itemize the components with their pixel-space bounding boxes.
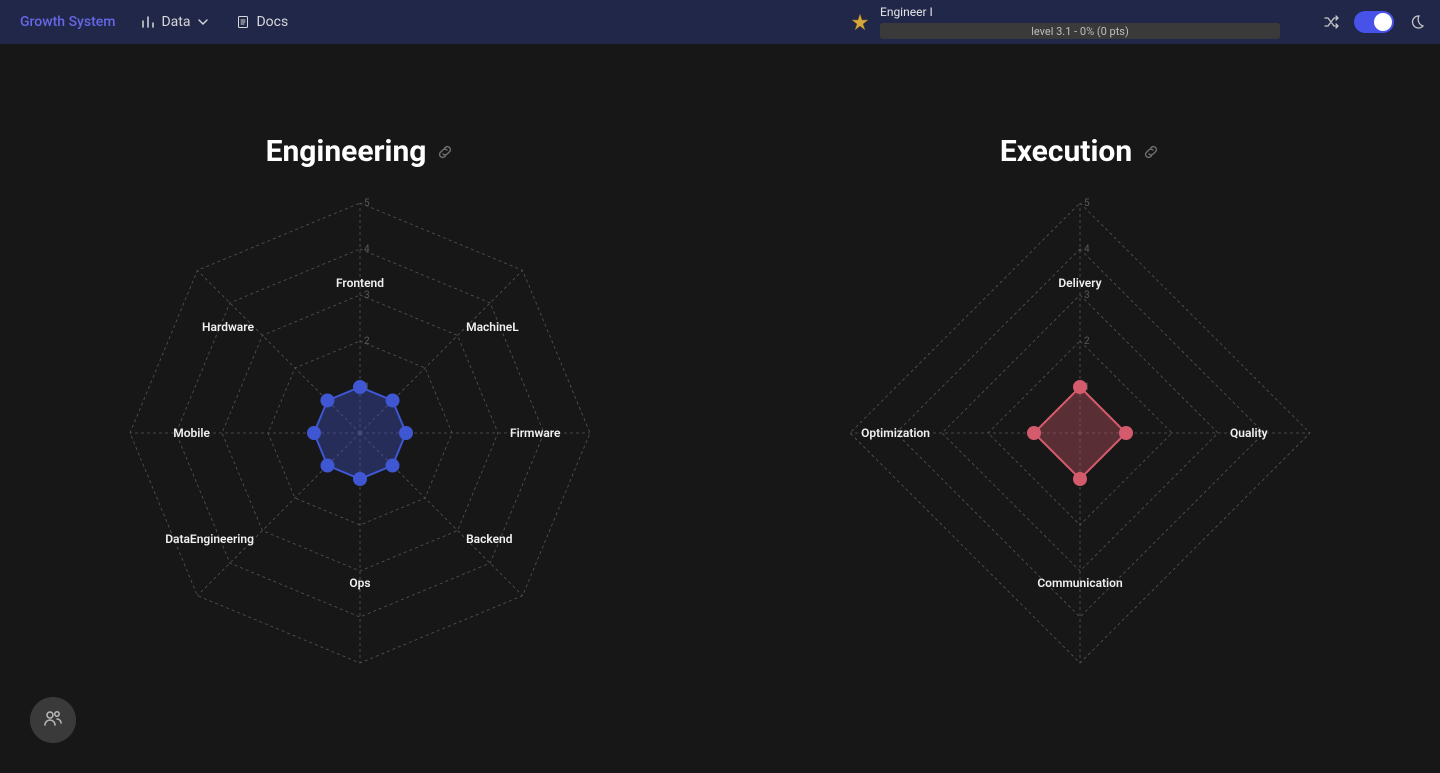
svg-text:Hardware: Hardware [202,320,254,334]
link-icon[interactable] [1142,143,1160,161]
document-icon [236,15,250,29]
svg-text:3: 3 [1084,290,1090,301]
nav-data[interactable]: Data [141,14,210,30]
moon-icon[interactable] [1408,13,1426,31]
link-icon[interactable] [436,143,454,161]
nav-docs-label: Docs [256,14,288,30]
brand[interactable]: Growth System [20,14,115,30]
svg-text:5: 5 [1084,198,1090,209]
bar-chart-icon [141,15,155,29]
help-fab[interactable] [30,697,76,743]
svg-text:4: 4 [364,244,370,255]
svg-text:Firmware: Firmware [510,426,561,440]
svg-text:5: 5 [364,198,370,209]
svg-text:DataEngineering: DataEngineering [165,532,254,546]
avatar-icon [850,12,870,32]
svg-text:Delivery: Delivery [1058,276,1101,290]
svg-text:3: 3 [364,290,370,301]
radar-execution: Delivery Quality Communication Optimization… [800,183,1360,683]
role-label: Engineer I [880,5,1280,19]
svg-text:Optimization: Optimization [861,426,930,440]
nav-docs[interactable]: Docs [236,14,288,30]
shuffle-icon[interactable] [1322,13,1340,31]
svg-text:4: 4 [1084,244,1090,255]
top-nav: Growth System Data Docs Engineer I level… [0,0,1440,44]
theme-toggle[interactable] [1354,11,1394,33]
main: Engineering Frontend MachineL Firmware Back… [0,44,1440,683]
svg-text:Mobile: Mobile [173,426,210,440]
panel-engineering: Engineering Frontend MachineL Firmware Back… [40,134,680,683]
chart-title: Execution [1000,134,1132,169]
nav-data-label: Data [161,14,190,30]
svg-text:Ops: Ops [349,576,370,590]
chart-title: Engineering [266,134,427,169]
svg-text:2: 2 [364,336,370,347]
svg-text:2: 2 [1084,336,1090,347]
chevron-down-icon [196,15,210,29]
people-icon [42,707,64,733]
svg-text:Quality: Quality [1230,426,1268,440]
svg-text:MachineL: MachineL [466,320,519,334]
level-progress[interactable]: level 3.1 - 0% (0 pts) [880,23,1280,39]
progress-text: level 3.1 - 0% (0 pts) [1031,25,1129,38]
svg-text:Communication: Communication [1037,576,1123,590]
svg-text:Backend: Backend [466,532,513,546]
svg-text:Frontend: Frontend [336,276,384,290]
radar-engineering: Frontend MachineL Firmware Backend Ops DataEn… [80,183,640,683]
panel-execution: Execution Delivery Quality Communication Op… [760,134,1400,683]
level-box: Engineer I level 3.1 - 0% (0 pts) [850,5,1280,39]
